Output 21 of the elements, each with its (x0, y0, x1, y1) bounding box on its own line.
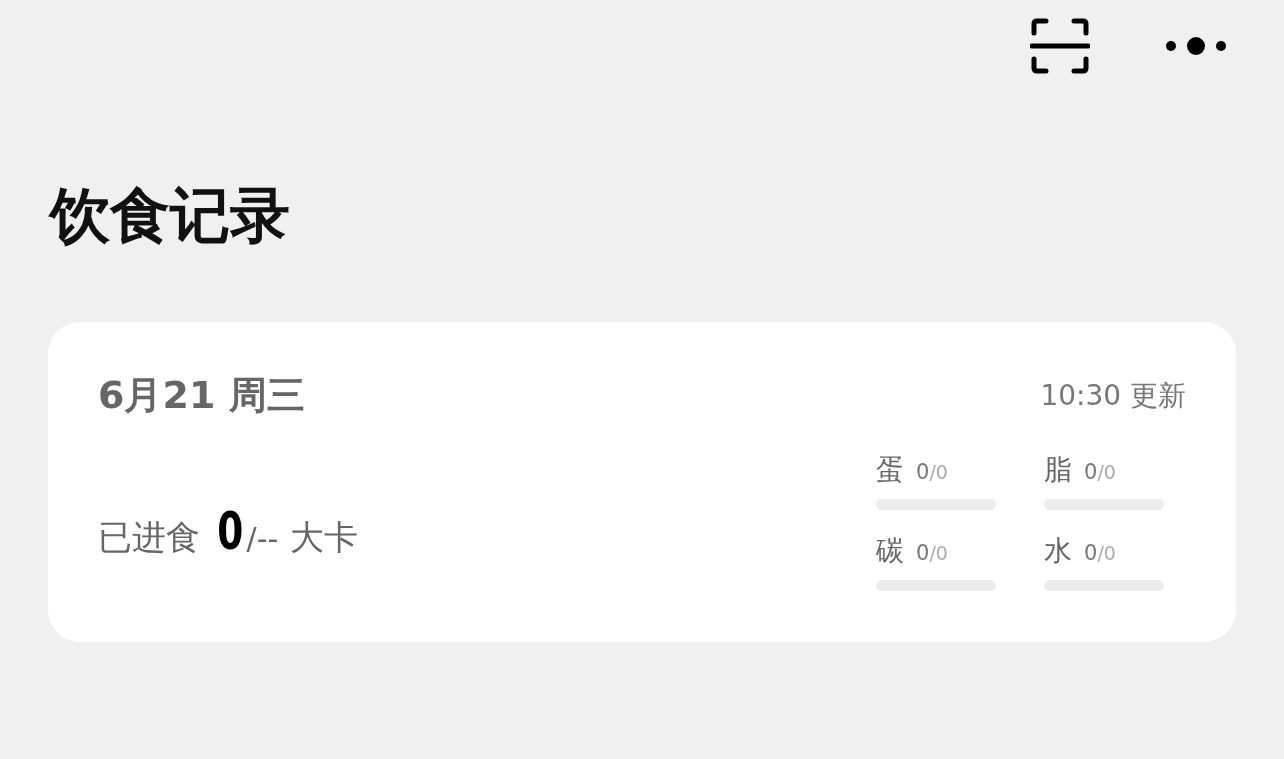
nutrient-label: 蛋 (876, 452, 904, 488)
more-icon[interactable] (1164, 36, 1228, 56)
intake-label: 已进食 (98, 516, 200, 559)
nutrient-target: /0 (929, 461, 948, 483)
intake-value: 0 (217, 501, 244, 561)
nutrient-value: 0 (1084, 541, 1098, 565)
nutrient-target: /0 (1097, 461, 1116, 483)
nutrient-value: 0 (916, 460, 930, 484)
update-time: 10:30 更新 (1040, 377, 1186, 414)
nutrient-label: 水 (1044, 533, 1072, 569)
intake-target: /-- (246, 521, 279, 556)
unit-label: 大卡 (290, 516, 359, 559)
scan-icon[interactable] (1030, 17, 1090, 75)
nutrient-target: /0 (929, 542, 948, 564)
nutrient-label: 脂 (1044, 452, 1072, 488)
page-title: 饮食记录 (50, 180, 291, 250)
nutrient-value: 0 (916, 541, 930, 565)
nutrient-target: /0 (1097, 542, 1116, 564)
date-label: 6月21 周三 (98, 372, 305, 419)
nutrient-label: 碳 (876, 533, 904, 569)
nutrient-value: 0 (1084, 460, 1098, 484)
